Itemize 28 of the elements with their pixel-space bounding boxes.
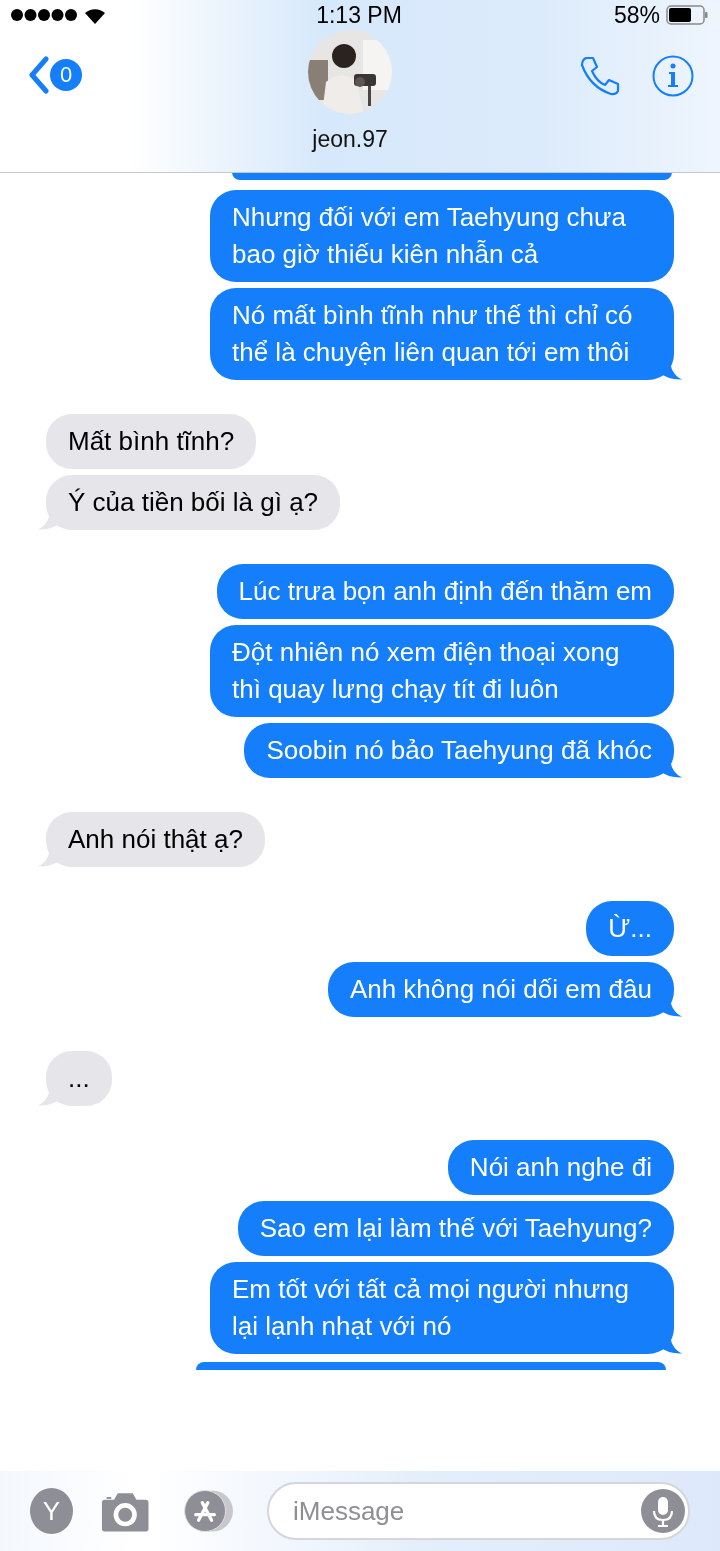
message-bubble: Ừ... <box>586 901 682 956</box>
phone-icon[interactable] <box>578 54 622 98</box>
message-bubble: Sao em lại làm thế với Taehyung? <box>237 1201 682 1256</box>
status-time: 1:13 PM <box>316 1 402 29</box>
message-bubble: Em tốt với tất cả mọi người nhưng lại lạnh nhạt với nó <box>210 1262 682 1354</box>
message-bubble: Nhưng đối với em Taehyung chưa bao giờ thiếu kiên nhẫn cả <box>210 190 682 282</box>
battery-icon <box>666 5 708 25</box>
unread-badge: 0 <box>50 59 82 91</box>
back-button[interactable]: 0 <box>28 56 82 94</box>
message-bubble: Đột nhiên nó xem điện thoại xong thì quay lưng chạy tít đi luôn <box>210 625 682 717</box>
message-bubble: Mất bình tĩnh? <box>38 414 257 469</box>
message-bubble: ... <box>38 1051 112 1106</box>
app-button[interactable]: Y <box>30 1488 73 1534</box>
message-bubble: Nó mất bình tĩnh như thế thì chỉ có thể là chuyện liên quan tới em thôi <box>210 288 682 380</box>
signal-icon <box>10 8 78 22</box>
message-bubble: Soobin nó bảo Taehyung đã khóc <box>244 723 682 778</box>
info-icon[interactable] <box>652 55 694 97</box>
chevron-left-icon <box>28 56 50 94</box>
battery-percent: 58% <box>613 1 660 29</box>
message-bubble: Anh nói thật ạ? <box>38 812 265 867</box>
message-input[interactable]: iMessage <box>267 1482 690 1540</box>
wifi-icon <box>84 6 106 24</box>
message-bubble: Ý của tiền bối là gì ạ? <box>38 475 341 530</box>
message-bubble: Anh không nói dối em đâu <box>327 962 682 1017</box>
message-bubble: Nói anh nghe đi <box>447 1140 682 1195</box>
contact-name[interactable]: jeon.97 <box>312 126 388 153</box>
message-bubble: Lúc trưa bọn anh định đến thăm em <box>216 564 682 619</box>
microphone-icon[interactable] <box>641 1489 685 1533</box>
